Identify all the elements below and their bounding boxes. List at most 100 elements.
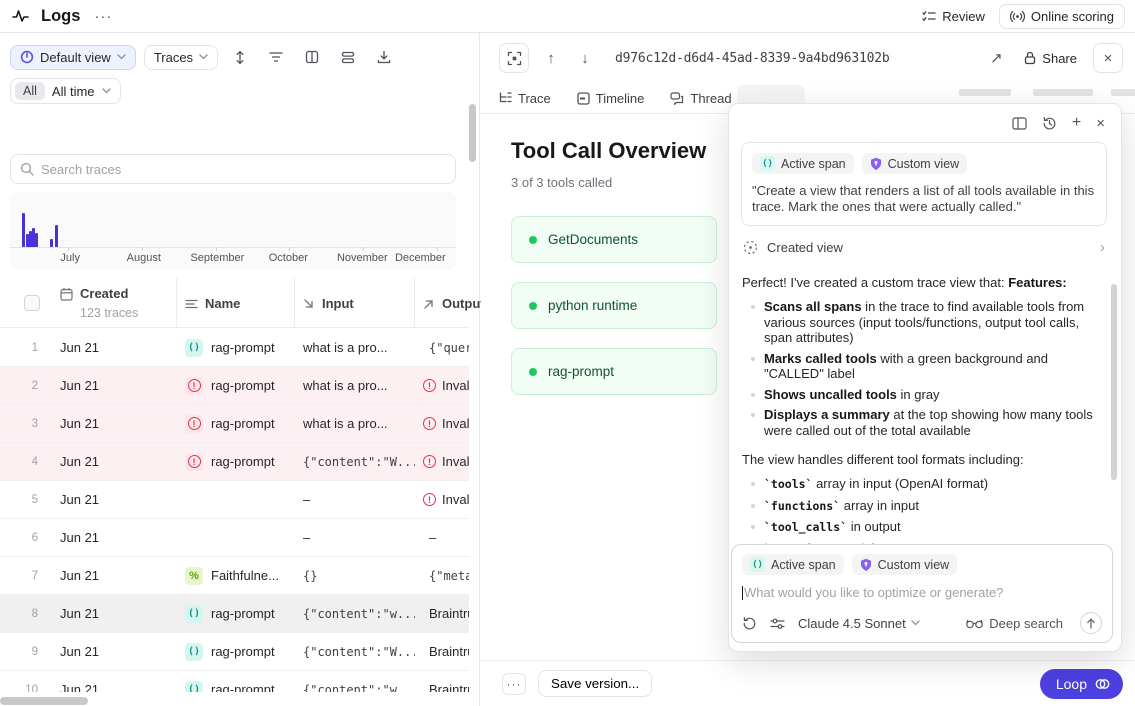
formats-intro: The view handles different tool formats … [741, 452, 1107, 468]
row-input: {"content":"w... [295, 607, 415, 621]
app-header: Logs ··· Review Online scoring [0, 0, 1135, 33]
row-created: Jun 21 [52, 606, 177, 621]
table-row[interactable]: 8 Jun 21 ()rag-prompt {"content":"w... B… [0, 595, 469, 633]
error-icon: ! [423, 379, 436, 392]
table-row[interactable]: 3 Jun 21 !rag-prompt what is a pro... !I… [0, 405, 469, 443]
assistant-scrollbar[interactable] [1111, 284, 1117, 480]
page-title: Logs [41, 7, 80, 26]
histogram-bar [22, 213, 25, 247]
more-options-button[interactable]: ··· [502, 673, 526, 695]
page-more-menu[interactable]: ··· [94, 8, 112, 25]
format-list: `tools` array in input (OpenAI format)`f… [741, 476, 1107, 544]
feature-list: Scans all spans in the trace to find ava… [741, 299, 1107, 438]
histogram-bar [50, 239, 53, 247]
row-number: 5 [0, 494, 52, 506]
reset-chat-icon[interactable] [742, 616, 757, 631]
trace-histogram[interactable]: JulyAugustSeptemberOctoberNovemberDecemb… [10, 192, 456, 270]
all-chip: All [15, 82, 45, 100]
download-button[interactable] [370, 44, 398, 70]
row-input: what is a pro... [295, 416, 415, 431]
columns-button[interactable] [298, 44, 326, 70]
active-span-badge[interactable]: () Active span [752, 153, 854, 174]
view-selector[interactable]: Default view [10, 45, 136, 70]
tab-trace[interactable]: Trace [499, 91, 551, 106]
shield-icon [860, 558, 872, 572]
ai-assistant-panel: + × () Active span Custom view "Create a… [728, 103, 1122, 652]
row-output: !Inval [415, 492, 469, 507]
row-height-button[interactable] [226, 44, 254, 70]
name-column-header[interactable]: Name [177, 296, 294, 311]
created-column-header[interactable]: Created123 traces [52, 286, 176, 320]
chevron-right-icon: › [1100, 239, 1105, 256]
called-dot-icon [529, 302, 537, 310]
bullet-item: Displays a summary at the top showing ho… [741, 407, 1107, 438]
row-number: 3 [0, 418, 52, 430]
deep-search-toggle[interactable]: Deep search [966, 616, 1063, 631]
score-icon: % [185, 567, 203, 585]
review-button[interactable]: Review [922, 9, 985, 24]
split-view-icon[interactable] [1012, 117, 1027, 130]
table-row[interactable]: 2 Jun 21 !rag-prompt what is a pro... !I… [0, 367, 469, 405]
settings-sliders-icon[interactable] [770, 617, 785, 630]
user-request-card: () Active span Custom view "Create a vie… [741, 142, 1107, 226]
search-icon [20, 162, 34, 176]
month-label: December [395, 252, 446, 264]
prev-trace-button[interactable]: ↑ [539, 50, 563, 67]
focus-span-button[interactable] [499, 43, 529, 73]
row-name: rag-prompt [211, 416, 275, 431]
history-icon[interactable] [1042, 116, 1057, 131]
table-row[interactable]: 9 Jun 21 ()rag-prompt {"content":"W... B… [0, 633, 469, 671]
table-row[interactable]: 10 Jun 21 ()rag-prompt {"content":"w... … [0, 671, 469, 692]
bullet-item: `functions` array in input [741, 498, 1107, 515]
traces-selector[interactable]: Traces [144, 45, 218, 70]
table-row[interactable]: 6 Jun 21 – – [0, 519, 469, 557]
select-all-checkbox[interactable] [24, 295, 40, 311]
row-number: 1 [0, 342, 52, 354]
trace-bottom-bar: ··· Save version... Loop [481, 660, 1135, 706]
filter-button[interactable] [262, 44, 290, 70]
custom-view-badge[interactable]: Custom view [862, 153, 968, 174]
online-scoring-button[interactable]: Online scoring [999, 4, 1125, 29]
expand-icon[interactable]: ↗ [984, 49, 1008, 67]
close-trace-button[interactable]: × [1093, 43, 1123, 73]
error-icon: ! [423, 455, 436, 468]
assistant-prompt-input[interactable] [744, 585, 1102, 600]
new-chat-icon[interactable]: + [1072, 114, 1081, 132]
active-span-badge[interactable]: () Active span [742, 554, 844, 575]
created-view-row[interactable]: Created view › [741, 226, 1107, 266]
close-assistant-icon[interactable]: × [1096, 115, 1105, 132]
shield-icon [870, 157, 882, 171]
calendar-icon [60, 287, 73, 301]
tab-thread[interactable]: Thread [670, 91, 731, 106]
review-icon [922, 10, 936, 23]
send-button[interactable] [1080, 612, 1102, 634]
input-column-header[interactable]: Input [295, 296, 414, 311]
tab-timeline[interactable]: Timeline [577, 91, 645, 106]
tool-name: rag-prompt [548, 364, 614, 379]
left-panel-scrollbar[interactable] [469, 104, 476, 162]
loop-button[interactable]: Loop [1040, 669, 1123, 699]
model-selector[interactable]: Claude 4.5 Sonnet [798, 616, 920, 631]
share-button[interactable]: Share [1024, 51, 1077, 66]
month-label: November [337, 252, 388, 264]
table-row[interactable]: 1 Jun 21 ()rag-prompt what is a pro... {… [0, 329, 469, 367]
logs-pulse-icon [12, 9, 29, 23]
table-row[interactable]: 4 Jun 21 !rag-prompt {"content":"W... !I… [0, 443, 469, 481]
custom-view-badge[interactable]: Custom view [852, 554, 958, 575]
search-input[interactable] [41, 162, 446, 177]
row-output: – [415, 530, 469, 545]
table-row[interactable]: 5 Jun 21 – !Inval [0, 481, 469, 519]
called-dot-icon [529, 368, 537, 376]
time-filter[interactable]: All All time [10, 78, 121, 104]
trace-id: d976c12d-d6d4-45ad-8339-9a4bd963102b [615, 51, 890, 66]
next-trace-button[interactable]: ↓ [573, 50, 597, 67]
table-row[interactable]: 7 Jun 21 %Faithfulne... {} {"metad [0, 557, 469, 595]
row-input: what is a pro... [295, 378, 415, 393]
row-created: Jun 21 [52, 568, 177, 583]
row-created: Jun 21 [52, 340, 177, 355]
save-version-button[interactable]: Save version... [538, 670, 652, 697]
rows-layout-button[interactable] [334, 44, 362, 70]
horizontal-scrollbar[interactable] [0, 697, 88, 705]
row-number: 6 [0, 532, 52, 544]
code-span-icon: () [185, 643, 203, 661]
